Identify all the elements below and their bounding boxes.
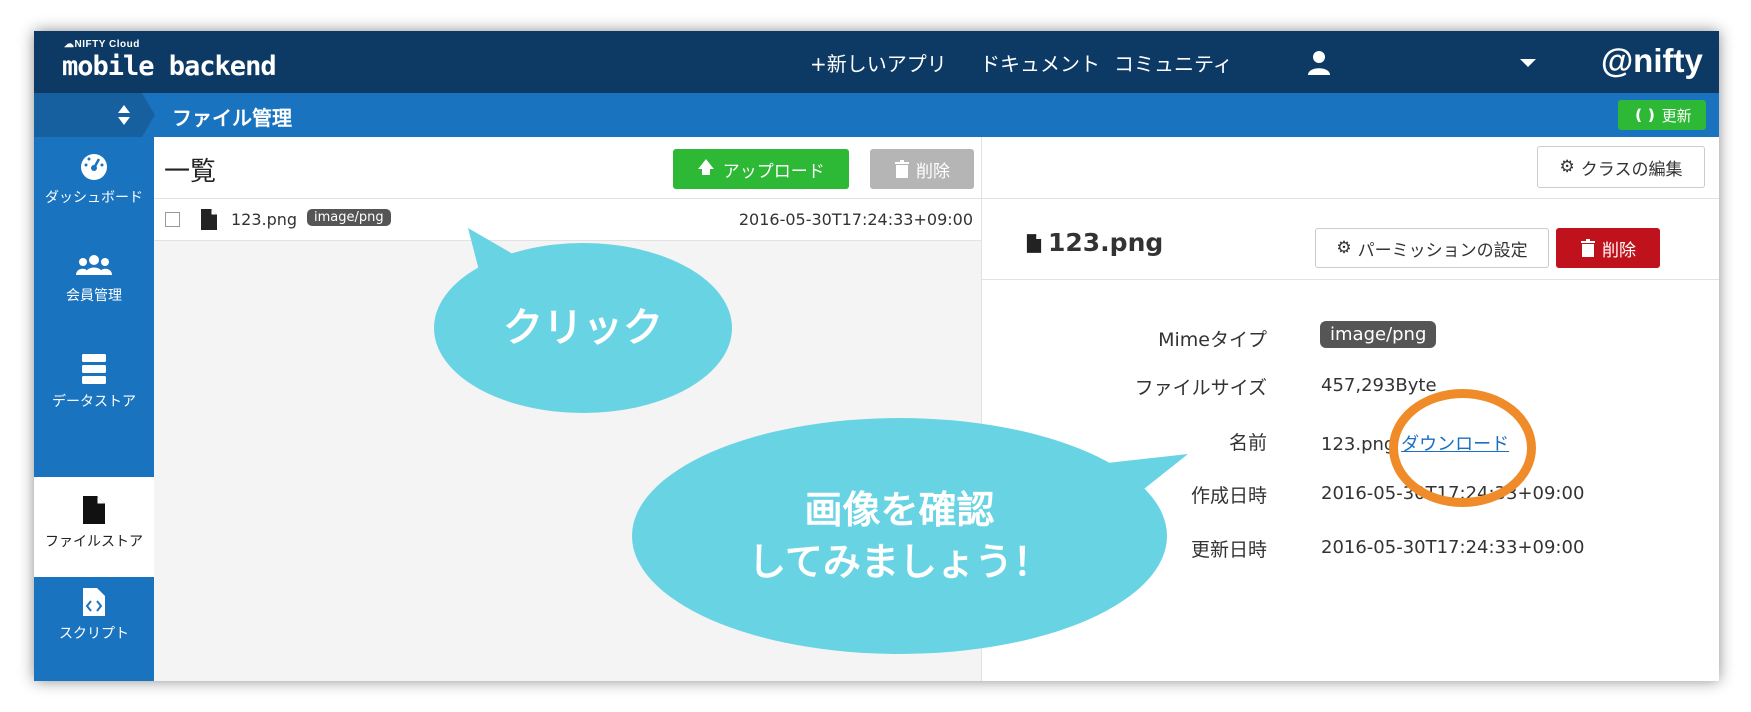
size-value: 457,293Byte <box>1321 375 1437 396</box>
sidebar-item-label: ダッシュボード <box>45 190 143 206</box>
permission-label: パーミッションの設定 <box>1357 240 1528 261</box>
dashboard-icon <box>81 154 107 180</box>
users-icon <box>76 255 112 275</box>
trash-icon <box>895 160 909 178</box>
file-date: 2016-05-30T17:24:33+09:00 <box>738 210 973 229</box>
delete-button-disabled[interactable]: 削除 <box>870 149 974 189</box>
trash-icon <box>1581 239 1595 257</box>
callout-line: してみましょう！ <box>748 540 1051 584</box>
class-edit-button[interactable]: ⚙ クラスの編集 <box>1537 146 1705 188</box>
permission-button[interactable]: ⚙ パーミッションの設定 <box>1315 228 1549 268</box>
detail-title: 123.png <box>1048 228 1164 257</box>
updated-value: 2016-05-30T17:24:33+09:00 <box>1321 537 1585 558</box>
sidebar-item-script[interactable]: スクリプト <box>34 587 154 681</box>
delete-label: 削除 <box>1602 240 1636 261</box>
sidebar-item-members[interactable]: 会員管理 <box>34 253 154 353</box>
updated-label: 更新日時 <box>1190 539 1267 561</box>
list-header: 一覧 🡅 アップロード 削除 <box>154 137 981 199</box>
sidebar-item-filestore[interactable]: ファイルストア <box>34 477 154 577</box>
gear-icon: ⚙ <box>1336 238 1352 258</box>
mime-label: Mimeタイプ <box>1158 329 1267 351</box>
name-value: 123.png <box>1321 434 1396 455</box>
class-edit-label: クラスの編集 <box>1580 159 1683 180</box>
upload-button[interactable]: 🡅 アップロード <box>673 149 849 189</box>
sidebar-item-dashboard[interactable]: ダッシュボード <box>34 151 154 251</box>
mime-badge: image/png <box>1320 321 1437 348</box>
callout-line: 画像を確認 <box>804 488 995 532</box>
list-title: 一覧 <box>164 157 217 187</box>
arrow-up-icon: 🡅 <box>697 157 715 178</box>
name-label: 名前 <box>1228 432 1267 454</box>
file-icon <box>1026 234 1042 253</box>
app-logo[interactable]: mobile backend <box>62 51 277 82</box>
file-icon <box>83 496 105 524</box>
chevron-down-icon[interactable] <box>1520 59 1536 67</box>
page-title: ファイル管理 <box>172 106 292 130</box>
mime-badge: image/png <box>307 209 391 226</box>
refresh-label: 更新 <box>1661 106 1692 125</box>
sidebar-item-label: スクリプト <box>59 626 129 642</box>
divider <box>982 279 1719 280</box>
gear-icon: ⚙ <box>1559 157 1575 177</box>
size-label: ファイルサイズ <box>1134 377 1267 399</box>
refresh-icon: ❪❫ <box>1632 106 1658 124</box>
nav-community[interactable]: コミュニティ <box>1114 48 1233 77</box>
nav-new-app[interactable]: +新しいアプリ <box>810 48 947 77</box>
sidebar: ダッシュボード 会員管理 データストア ファイルストア スクリプト <box>34 137 154 681</box>
divider <box>982 198 1719 199</box>
user-icon[interactable] <box>1306 49 1332 75</box>
brand-logo[interactable]: @nifty <box>1601 42 1703 80</box>
file-icon <box>201 209 217 230</box>
script-icon <box>83 588 105 616</box>
delete-label: 削除 <box>916 161 950 182</box>
delete-button[interactable]: 削除 <box>1556 228 1660 268</box>
datastore-icon <box>82 354 106 384</box>
sidebar-item-label: データストア <box>52 394 136 410</box>
sort-icon[interactable] <box>117 104 131 126</box>
highlight-ring <box>1389 389 1536 507</box>
top-navbar: ☁NIFTY Cloud mobile backend +新しいアプリ ドキュメ… <box>34 31 1719 93</box>
table-row[interactable]: 123.png image/png 2016-05-30T17:24:33+09… <box>154 199 981 241</box>
logo-subtitle: ☁NIFTY Cloud <box>64 39 140 50</box>
sidebar-item-datastore[interactable]: データストア <box>34 353 154 453</box>
refresh-button[interactable]: ❪❫ 更新 <box>1618 100 1706 130</box>
sidebar-item-label: 会員管理 <box>66 288 122 304</box>
sidebar-item-label: ファイルストア <box>45 534 143 550</box>
row-checkbox[interactable] <box>165 212 180 227</box>
file-name[interactable]: 123.png <box>231 210 297 229</box>
nav-documents[interactable]: ドキュメント <box>980 48 1100 77</box>
app-switcher-arrow <box>142 93 155 137</box>
check-image-callout: 画像を確認 してみましょう！ <box>632 418 1167 654</box>
upload-label: アップロード <box>722 161 825 182</box>
sub-header: ファイル管理 ❪❫ 更新 <box>34 93 1719 137</box>
click-callout: クリック <box>434 243 732 413</box>
created-label: 作成日時 <box>1190 485 1267 507</box>
